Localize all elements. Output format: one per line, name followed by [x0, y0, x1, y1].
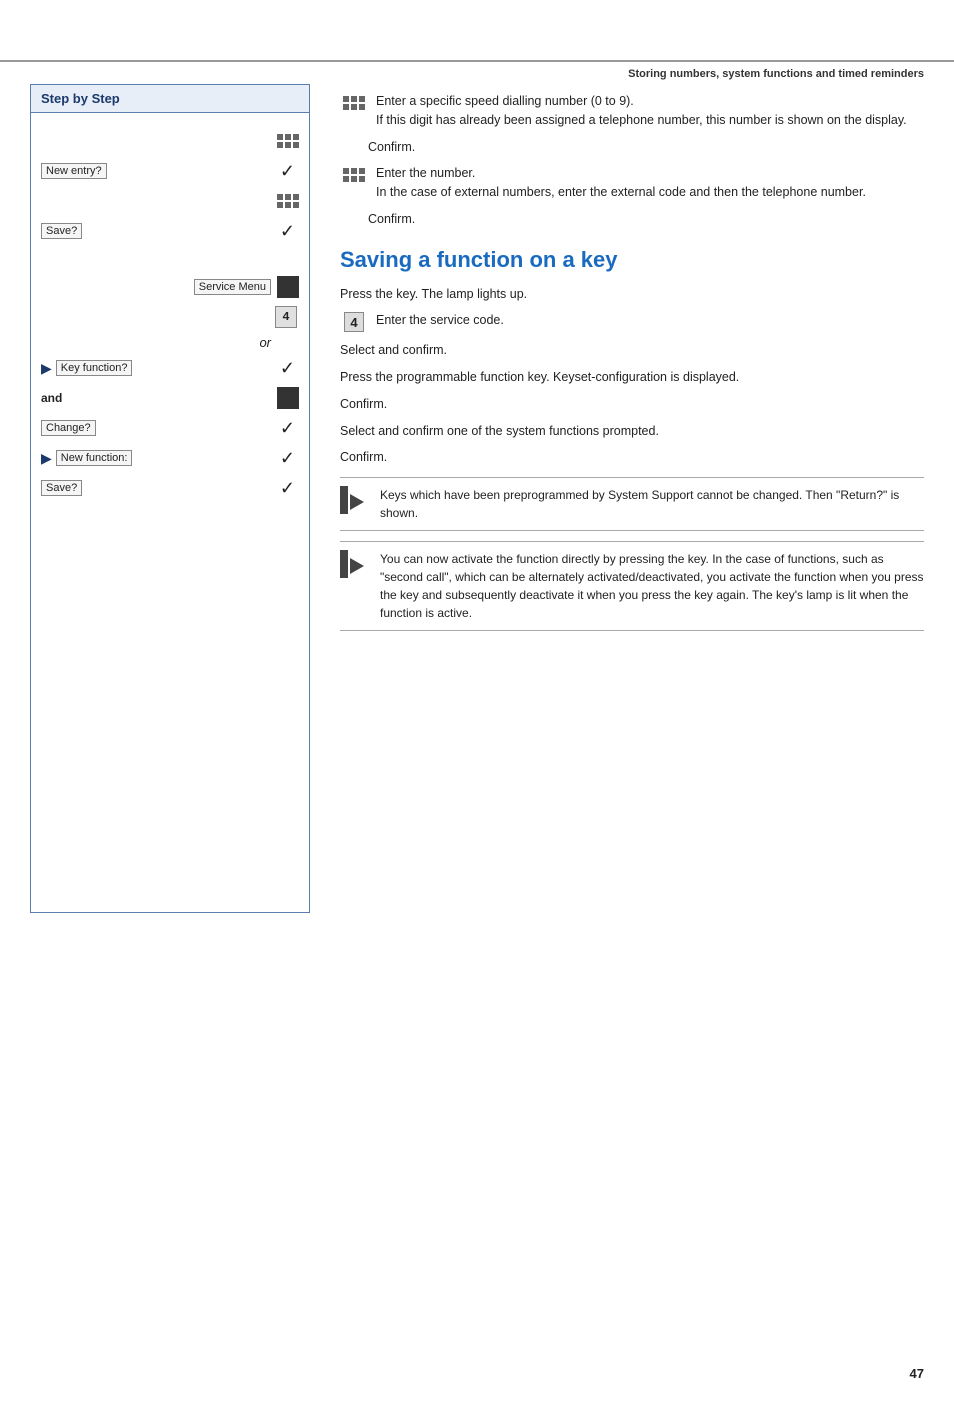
grid-icon-speed: [277, 134, 299, 148]
digit4-display: 4: [344, 312, 364, 332]
section-row-confirm4: Confirm.: [340, 448, 924, 467]
grid-icon-r2: [343, 168, 365, 182]
check-save2: ✓: [280, 478, 295, 499]
step-row-service-menu: Service Menu: [41, 275, 299, 299]
info-arrow-1: [350, 494, 364, 510]
info-bar-1: [340, 486, 348, 514]
page-container: Storing numbers, system functions and ti…: [0, 60, 954, 1411]
press-prog-key-text: Press the programmable function key. Key…: [340, 368, 739, 387]
info-box-1: Keys which have been preprogrammed by Sy…: [340, 477, 924, 531]
header-bar: Storing numbers, system functions and ti…: [0, 60, 954, 84]
section-row-confirm3: Confirm.: [340, 395, 924, 414]
digit-4-icon: 4: [275, 306, 297, 328]
service-code-text: Enter the service code.: [376, 311, 504, 330]
save1-label: Save?: [41, 223, 82, 239]
arrow-new-function: ▶: [41, 450, 52, 467]
key-function-label: Key function?: [56, 360, 133, 376]
confirm4-text: Confirm.: [340, 448, 387, 467]
section-row-select-confirm2: Select and confirm one of the system fun…: [340, 422, 924, 441]
section-heading: Saving a function on a key: [340, 247, 924, 273]
select-confirm2-text: Select and confirm one of the system fun…: [340, 422, 659, 441]
header-title: Storing numbers, system functions and ti…: [628, 68, 924, 80]
section-row-press-prog-key: Press the programmable function key. Key…: [340, 368, 924, 387]
section-row-select-confirm: Select and confirm.: [340, 341, 924, 360]
right-column: Enter a specific speed dialling number (…: [330, 84, 924, 913]
step-row-change: Change? ✓: [41, 416, 299, 440]
intro-text-confirm2: Confirm.: [368, 210, 415, 229]
step-row-speed-dial-icon: [41, 129, 299, 153]
and-label: and: [41, 391, 62, 405]
intro-block: Enter a specific speed dialling number (…: [340, 92, 924, 229]
info-bar-2: [340, 550, 348, 578]
step-row-save2: Save? ✓: [41, 476, 299, 500]
arrow-key-function: ▶: [41, 360, 52, 377]
step-row-and-key: and: [41, 386, 299, 410]
info-icon-2: [340, 550, 372, 578]
step-row-new-function: ▶ New function: ✓: [41, 446, 299, 470]
check-new-entry: ✓: [280, 161, 295, 182]
info-text-2: You can now activate the function direct…: [380, 550, 924, 622]
confirm3-text: Confirm.: [340, 395, 387, 414]
new-entry-label: New entry?: [41, 163, 107, 179]
main-layout: Step by Step New entry? ✓: [0, 84, 954, 913]
new-function-label: New function:: [56, 450, 133, 466]
left-column: Step by Step New entry? ✓: [30, 84, 330, 913]
black-key-service: [277, 276, 299, 298]
intro-row-speed-dial: Enter a specific speed dialling number (…: [340, 92, 924, 130]
step-row-number-icon: [41, 189, 299, 213]
press-key-text: Press the key. The lamp lights up.: [340, 285, 527, 304]
intro-row-confirm1: Confirm.: [368, 138, 924, 157]
page-number: 47: [910, 1366, 924, 1381]
info-box-2: You can now activate the function direct…: [340, 541, 924, 631]
step-row-save1: Save? ✓: [41, 219, 299, 243]
spacer-1: [41, 249, 299, 269]
black-key-and: [277, 387, 299, 409]
intro-icon-grid2: [340, 164, 368, 186]
or-label: or: [259, 335, 271, 350]
step-row-new-entry: New entry? ✓: [41, 159, 299, 183]
check-change: ✓: [280, 418, 295, 439]
or-row: or: [41, 335, 299, 350]
section-row-service-code: 4 Enter the service code.: [340, 311, 924, 333]
check-save1: ✓: [280, 221, 295, 242]
step-by-step-label: Step by Step: [30, 84, 310, 113]
check-new-function: ✓: [280, 448, 295, 469]
check-key-function: ✓: [280, 358, 295, 379]
section-row-press-key: Press the key. The lamp lights up.: [340, 285, 924, 304]
save2-label: Save?: [41, 480, 82, 496]
intro-row-confirm2: Confirm.: [368, 210, 924, 229]
info-text-1: Keys which have been preprogrammed by Sy…: [380, 486, 924, 522]
intro-row-enter-number: Enter the number.In the case of external…: [340, 164, 924, 202]
grid-icon-r1: [343, 96, 365, 110]
intro-icon-digit4: 4: [340, 311, 368, 333]
step-row-key-function: ▶ Key function? ✓: [41, 356, 299, 380]
intro-text-confirm1: Confirm.: [368, 138, 415, 157]
grid-icon-number: [277, 194, 299, 208]
change-label: Change?: [41, 420, 96, 436]
intro-text-speed-dial: Enter a specific speed dialling number (…: [376, 92, 907, 130]
service-menu-label: Service Menu: [194, 279, 271, 295]
intro-icon-grid1: [340, 92, 368, 114]
info-arrow-2: [350, 558, 364, 574]
select-confirm-text: Select and confirm.: [340, 341, 447, 360]
intro-text-enter-number: Enter the number.In the case of external…: [376, 164, 866, 202]
info-icon-1: [340, 486, 372, 514]
step-row-digit4: 4: [41, 305, 299, 329]
left-steps: New entry? ✓ Save?: [30, 113, 310, 913]
